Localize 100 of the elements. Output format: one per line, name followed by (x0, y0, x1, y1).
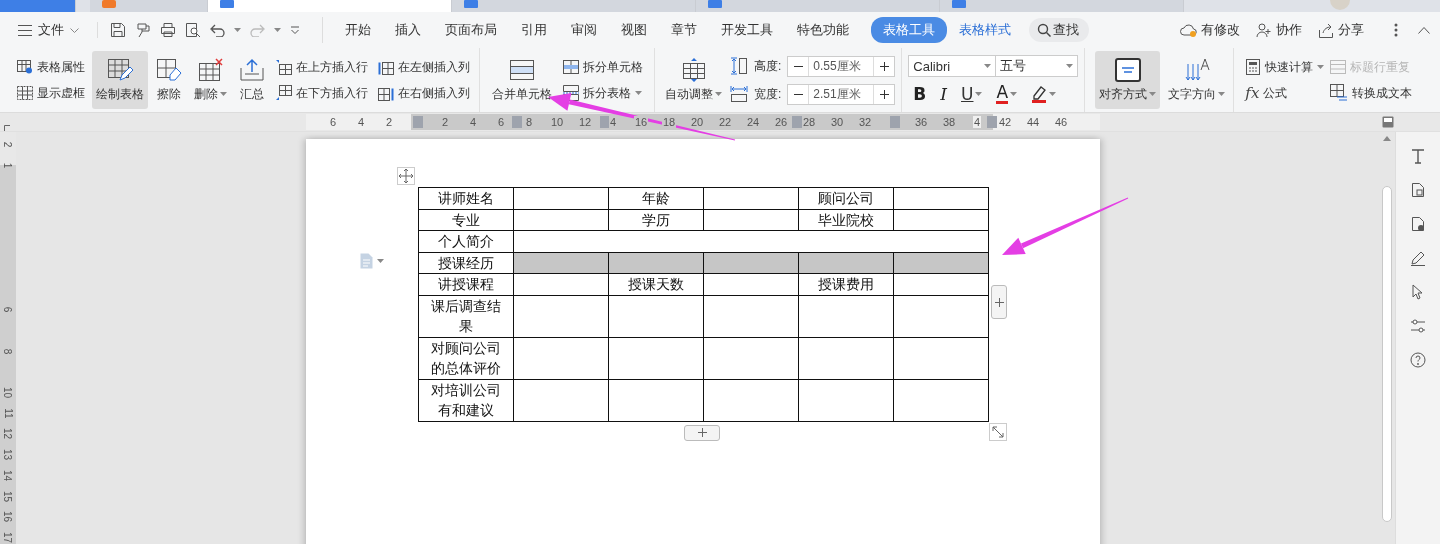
ruler-marker[interactable] (987, 116, 997, 128)
document-tab[interactable] (452, 0, 696, 12)
ruler-number: 14 (2, 469, 14, 481)
ribbon-tab[interactable]: 审阅 (559, 17, 609, 43)
font-color-button[interactable]: A (991, 82, 1023, 106)
erase-table-button[interactable]: 擦除 (152, 51, 186, 109)
insert-column-right-button[interactable]: 在右侧插入列 (375, 82, 473, 104)
menu-icon (18, 24, 32, 36)
caret-icon (1049, 92, 1057, 96)
show-gridlines-button[interactable]: 显示虚框 (14, 82, 88, 104)
collapse-ribbon-icon[interactable] (1418, 26, 1430, 34)
split-cells-button[interactable]: 拆分单元格 (560, 56, 646, 78)
italic-button[interactable]: I (935, 82, 953, 106)
search-button[interactable]: 查找 (1029, 18, 1089, 42)
ruler-number: 8 (524, 116, 534, 128)
merge-cells-icon (509, 57, 535, 82)
auto-fit-button[interactable]: 自动调整 (661, 51, 726, 109)
share-button[interactable]: 分享 (1312, 18, 1370, 42)
table-settings-icon (17, 60, 33, 74)
ribbon-tab[interactable]: 插入 (383, 17, 433, 43)
table-cell: 对培训公司有和建议 (418, 379, 514, 421)
document-tab[interactable] (208, 0, 452, 12)
table-move-handle[interactable] (397, 167, 415, 185)
add-row-button[interactable] (684, 424, 720, 441)
ribbon-tab[interactable]: 表格样式 (947, 17, 1023, 43)
table-eraser-icon (156, 57, 182, 82)
print-icon[interactable] (160, 22, 176, 38)
ribbon-tab[interactable]: 章节 (659, 17, 709, 43)
changes-button[interactable]: 有修改 (1174, 18, 1246, 42)
file-menu[interactable]: 文件 (14, 17, 83, 43)
ruler-number: 6 (328, 116, 338, 128)
help-icon[interactable] (1410, 352, 1426, 368)
ribbon-tab[interactable]: 特色功能 (785, 17, 861, 43)
pen-icon[interactable] (1410, 250, 1426, 266)
ruler-toggle-icon[interactable] (1382, 116, 1394, 128)
format-painter-icon[interactable] (135, 22, 151, 38)
table-cell: 授课经历 (418, 252, 514, 274)
table-cell: 毕业院校 (798, 209, 894, 231)
caret-icon (234, 28, 241, 32)
table-cell: 授课费用 (798, 273, 894, 295)
more-options-icon[interactable] (1394, 23, 1398, 37)
insert-row-below-button[interactable]: 在下方插入行 (273, 82, 371, 104)
ruler-marker[interactable] (792, 116, 802, 128)
formula-button[interactable]: fx 公式 (1242, 82, 1328, 104)
scroll-up-icon[interactable] (1383, 136, 1391, 141)
ribbon-tab[interactable]: 视图 (609, 17, 659, 43)
split-table-button[interactable]: 拆分表格 (560, 82, 646, 104)
width-field[interactable]: 2.51厘米 (787, 83, 896, 105)
alignment-button[interactable]: 对齐方式 (1095, 51, 1161, 109)
to-text-button[interactable]: 转换成文本 (1327, 82, 1416, 104)
merge-cells-button[interactable]: 合并单元格 (488, 51, 556, 109)
text-direction-button[interactable]: 文字方向 (1164, 51, 1230, 109)
ruler-number: 4 (608, 116, 618, 128)
ribbon-tab[interactable]: 开始 (333, 17, 383, 43)
table-pencil-icon (107, 57, 133, 82)
document-tab[interactable] (696, 0, 940, 12)
scroll-thumb[interactable] (1382, 186, 1392, 522)
caret-icon (1149, 92, 1157, 96)
document-tab[interactable] (90, 0, 208, 12)
undo-icon[interactable] (210, 23, 225, 37)
insert-column-left-button[interactable]: 在左侧插入列 (375, 56, 473, 78)
ruler-marker[interactable] (512, 116, 522, 128)
calculator-icon (1245, 59, 1262, 75)
add-column-button[interactable] (991, 285, 1007, 319)
split-cells-icon (563, 60, 579, 74)
ribbon-tab[interactable]: 引用 (509, 17, 559, 43)
ruler-marker[interactable] (890, 116, 900, 128)
ribbon-tab[interactable]: 页面布局 (433, 17, 509, 43)
table-resize-handle[interactable] (989, 422, 1007, 441)
table-cell: 个人简介 (418, 230, 514, 252)
ribbon-tab[interactable]: 开发工具 (709, 17, 785, 43)
save-icon[interactable] (110, 22, 126, 38)
draw-table-button[interactable]: 绘制表格 (92, 51, 148, 109)
sliders-icon[interactable] (1410, 318, 1426, 334)
document-settings-icon[interactable] (1410, 216, 1426, 232)
table-properties-button[interactable]: 表格属性 (14, 56, 88, 78)
print-preview-icon[interactable] (185, 22, 201, 38)
plus-icon (994, 297, 1004, 307)
ruler-marker[interactable] (600, 116, 610, 128)
insert-row-above-button[interactable]: 在上方插入行 (273, 56, 371, 78)
underline-button[interactable]: U (956, 82, 988, 106)
table-cell: 对顾问公司的总体评价 (418, 337, 514, 379)
caret-icon (635, 91, 642, 95)
font-name-dropdown[interactable]: Calibri (908, 55, 997, 77)
text-tool-icon[interactable] (1410, 148, 1426, 164)
customize-caret-icon[interactable] (290, 26, 300, 34)
bold-button[interactable]: B (908, 82, 932, 106)
row-height-icon (730, 57, 748, 75)
caret-icon (1218, 92, 1226, 96)
chevron-down-icon (70, 27, 79, 33)
collaborate-button[interactable]: 协作 (1250, 18, 1308, 42)
sum-table-button[interactable]: 汇总 (235, 51, 269, 109)
table-cell: 年龄 (608, 187, 704, 209)
quick-calc-button[interactable]: 快速计算 (1242, 56, 1328, 78)
document-icon[interactable] (1410, 182, 1426, 198)
height-field[interactable]: 0.55厘米 (787, 55, 896, 77)
document-tab[interactable] (940, 0, 1184, 12)
ruler-marker[interactable] (413, 116, 423, 128)
delete-table-button[interactable]: 删除 (190, 51, 231, 109)
font-size-dropdown[interactable]: 五号 (996, 55, 1079, 77)
